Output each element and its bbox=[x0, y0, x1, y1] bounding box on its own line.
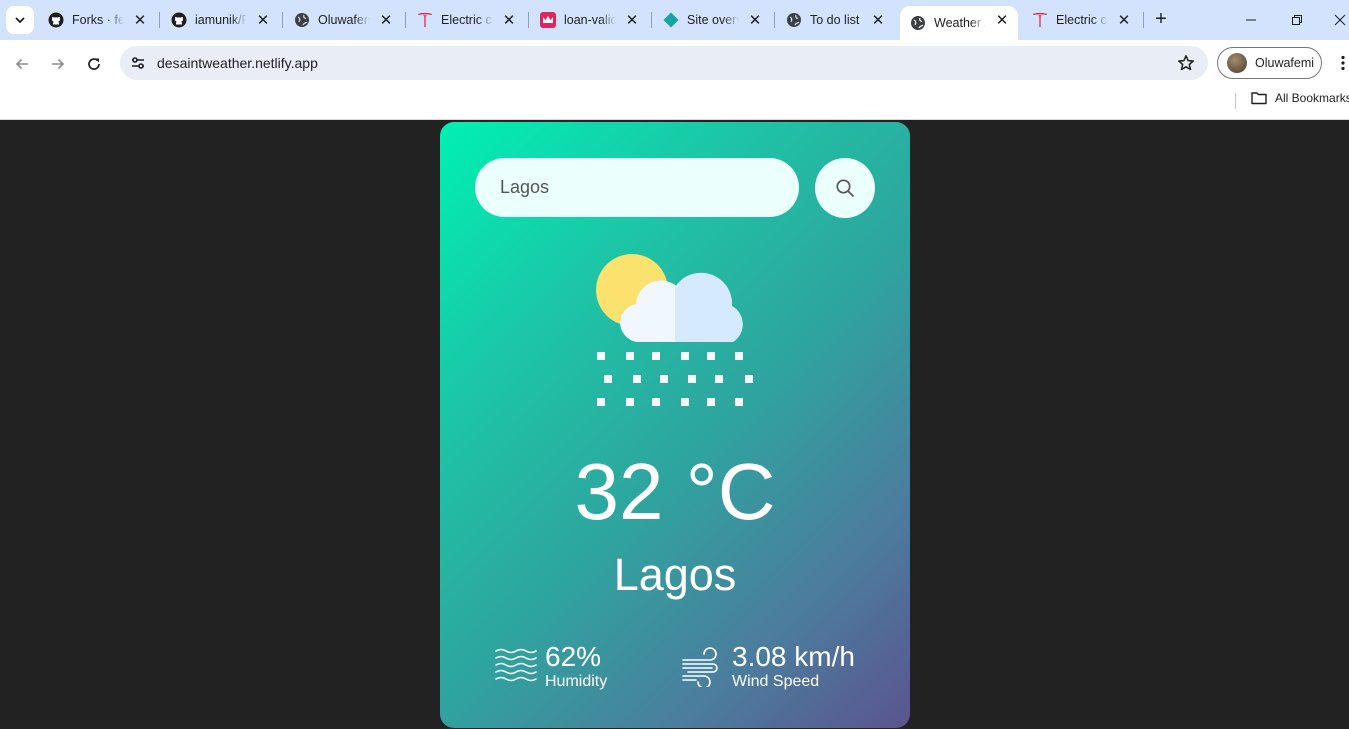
tab-title: Site overv bbox=[687, 13, 739, 27]
close-tab-icon[interactable]: ✕ bbox=[255, 12, 271, 29]
globe-icon bbox=[294, 12, 310, 28]
search-button[interactable] bbox=[815, 158, 875, 218]
browser-toolbar: desaintweather.netlify.app Oluwafemi bbox=[0, 40, 1349, 87]
close-tab-icon[interactable]: ✕ bbox=[870, 12, 886, 29]
all-bookmarks-label: All Bookmarks bbox=[1275, 91, 1349, 105]
humidity-section: 62% Humidity bbox=[495, 642, 607, 692]
tab-loan-validation[interactable]: loan-valic ✕ bbox=[530, 6, 648, 34]
close-icon bbox=[1334, 14, 1346, 26]
minimize-button[interactable] bbox=[1239, 8, 1263, 32]
tesla-icon bbox=[417, 12, 433, 28]
forward-button[interactable] bbox=[46, 52, 70, 76]
site-settings-icon[interactable] bbox=[128, 53, 148, 73]
city-name: Lagos bbox=[613, 549, 737, 600]
chevron-down-icon bbox=[15, 17, 25, 24]
github-icon bbox=[171, 12, 187, 28]
tab-site-overview[interactable]: Site overv ✕ bbox=[653, 6, 771, 34]
tab-electric-cars-1[interactable]: Electric ca ✕ bbox=[407, 6, 525, 34]
search-icon bbox=[836, 179, 854, 197]
close-tab-icon[interactable]: ✕ bbox=[378, 12, 394, 29]
tesla-icon bbox=[1032, 12, 1048, 28]
profile-name: Oluwafemi bbox=[1255, 56, 1315, 70]
url-text: desaintweather.netlify.app bbox=[157, 55, 318, 71]
globe-icon bbox=[786, 12, 802, 28]
netlify-icon bbox=[663, 12, 679, 28]
arrow-left-icon bbox=[15, 58, 28, 70]
cloud-sun-snow-icon bbox=[596, 254, 753, 406]
close-tab-icon[interactable]: ✕ bbox=[747, 12, 763, 29]
tab-title: loan-valic bbox=[564, 13, 616, 27]
tab-search-button[interactable] bbox=[6, 6, 34, 34]
tab-title: Forks · fen bbox=[72, 13, 124, 27]
arrow-right-icon bbox=[52, 58, 65, 70]
crown-icon bbox=[540, 12, 556, 28]
close-tab-icon[interactable]: ✕ bbox=[501, 12, 517, 29]
close-tab-icon[interactable]: ✕ bbox=[1116, 12, 1132, 29]
minimize-icon bbox=[1246, 19, 1256, 21]
temperature-display: 32 °C bbox=[574, 447, 776, 536]
back-button[interactable] bbox=[10, 52, 34, 76]
page-viewport: 32 °C Lagos 62% Humidity bbox=[0, 121, 1349, 729]
wind-icon bbox=[682, 647, 724, 687]
tab-weather-app[interactable]: Weather A ✕ bbox=[900, 6, 1018, 40]
tab-oluwafemi[interactable]: Oluwafem ✕ bbox=[284, 6, 402, 34]
new-tab-button[interactable]: + bbox=[1150, 8, 1172, 30]
tab-electric-cars-2[interactable]: Electric ca ✕ bbox=[1022, 6, 1140, 34]
close-tab-icon[interactable]: ✕ bbox=[624, 12, 640, 29]
humidity-label: Humidity bbox=[545, 673, 608, 690]
city-search-input[interactable] bbox=[475, 158, 799, 217]
tab-title: iamunik/F bbox=[195, 13, 247, 27]
tab-forks[interactable]: Forks · fen ✕ bbox=[38, 6, 156, 34]
restore-icon bbox=[1292, 15, 1302, 25]
more-vert-icon bbox=[1341, 55, 1345, 71]
tab-title: Weather A bbox=[934, 16, 986, 30]
all-bookmarks-button[interactable]: All Bookmarks bbox=[1251, 91, 1349, 105]
wind-section: 3.08 km/h Wind Speed bbox=[682, 642, 855, 692]
close-window-button[interactable] bbox=[1331, 8, 1349, 32]
tab-iamunik[interactable]: iamunik/F ✕ bbox=[161, 6, 279, 34]
restore-button[interactable] bbox=[1285, 8, 1309, 32]
close-tab-icon[interactable]: ✕ bbox=[132, 12, 148, 29]
tab-strip: Forks · fen ✕ iamunik/F ✕ Oluwafem ✕ Ele… bbox=[0, 0, 1349, 40]
tab-title: To do list bbox=[810, 13, 860, 27]
weather-card: 32 °C Lagos 62% Humidity bbox=[440, 122, 910, 728]
bookmark-star-icon[interactable] bbox=[1176, 53, 1196, 73]
tab-to-do-list[interactable]: To do list ✕ bbox=[776, 6, 894, 34]
reload-icon bbox=[88, 58, 100, 70]
more-menu-button[interactable] bbox=[1336, 53, 1349, 73]
tab-title: Electric ca bbox=[1056, 13, 1108, 27]
humidity-value: 62% bbox=[545, 641, 602, 672]
reload-button[interactable] bbox=[82, 52, 106, 76]
wind-speed-label: Wind Speed bbox=[732, 673, 820, 690]
github-icon bbox=[48, 12, 64, 28]
tab-title: Electric ca bbox=[441, 13, 493, 27]
wind-speed-value: 3.08 km/h bbox=[732, 641, 855, 672]
globe-icon bbox=[910, 15, 926, 31]
address-bar[interactable]: desaintweather.netlify.app bbox=[120, 46, 1208, 80]
humidity-icon bbox=[495, 647, 537, 687]
bookmarks-bar: All Bookmarks bbox=[0, 87, 1349, 120]
avatar bbox=[1227, 53, 1247, 73]
tab-title: Oluwafem bbox=[318, 13, 370, 27]
folder-icon bbox=[1251, 91, 1267, 105]
profile-button[interactable]: Oluwafemi bbox=[1217, 47, 1322, 79]
close-tab-icon[interactable]: ✕ bbox=[994, 12, 1010, 29]
